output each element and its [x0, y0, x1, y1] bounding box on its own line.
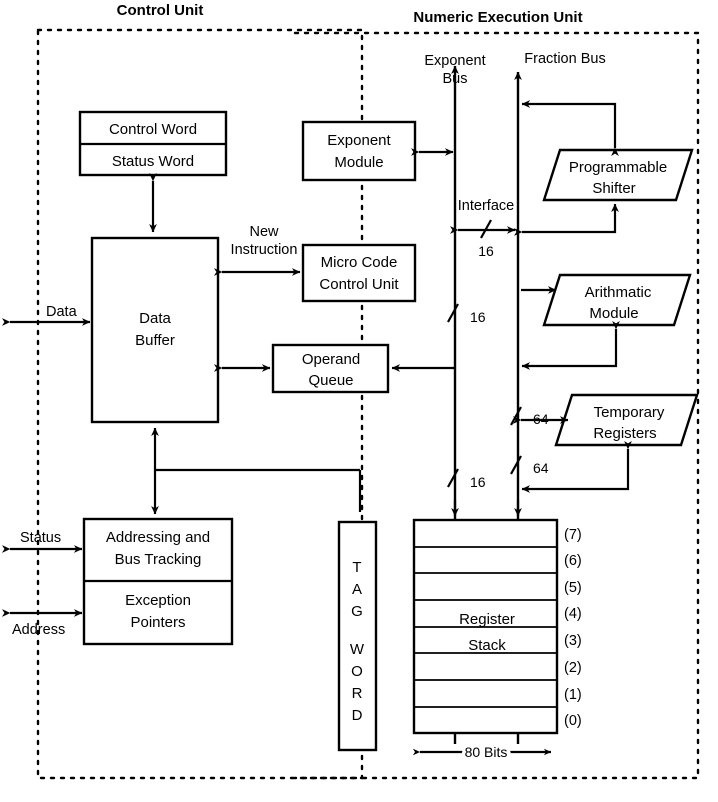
tag-word-letter-2: G	[351, 603, 363, 620]
wire-arithmatic-to-fractionbus	[521, 321, 620, 370]
block-diagram-root: Control Unit Numeric Execution Unit Expo…	[0, 0, 718, 802]
register-index-4: (4)	[564, 606, 582, 622]
tag-word-letter-1: A	[352, 581, 362, 598]
control-word-label: Control Word	[109, 121, 197, 138]
temporary-registers-label-line2: Registers	[593, 425, 656, 442]
register-index-0: (0)	[564, 713, 582, 729]
exponent-bus-width-slash-mid	[447, 303, 459, 323]
exponent-bus-width-slash-low	[447, 468, 459, 488]
register-index-5: (5)	[564, 580, 582, 596]
wire-fractionbus-to-shifter-bottom	[514, 203, 619, 236]
tag-word-letter-3: W	[350, 641, 365, 658]
arithmatic-module-label-line1: Arithmatic	[585, 284, 652, 301]
new-instruction-label-line1: New	[249, 224, 279, 240]
arithmatic-module-label-line2: Module	[589, 305, 638, 322]
register-index-1: (1)	[564, 687, 582, 703]
fraction-bus-width-label-lower: 64	[533, 460, 549, 476]
exponent-module-label-line2: Module	[334, 154, 383, 171]
exponent-module-block	[301, 120, 417, 182]
tag-word-letter-5: R	[352, 685, 363, 702]
register-index-7: (7)	[564, 527, 582, 543]
register-stack-label-line2: Stack	[468, 637, 506, 654]
exponent-bus-width-label-mid: 16	[470, 309, 486, 325]
fraction-bus-label: Fraction Bus	[524, 51, 605, 67]
control-unit-title: Control Unit	[117, 2, 204, 19]
exponent-bus-label-line1: Exponent	[424, 53, 485, 69]
status-edge-label: Status	[20, 530, 61, 546]
tag-word-letter-6: D	[352, 707, 363, 724]
register-index-3: (3)	[564, 633, 582, 649]
wire-shifter-to-fractionbus-top	[521, 100, 619, 156]
register-index-2: (2)	[564, 660, 582, 676]
addressing-label-line2: Bus Tracking	[115, 551, 202, 568]
operand-queue-label-line2: Queue	[308, 372, 353, 389]
temporary-registers-label-line1: Temporary	[594, 404, 665, 421]
exception-label-line2: Pointers	[130, 614, 185, 631]
numeric-execution-unit-title: Numeric Execution Unit	[413, 9, 582, 26]
address-edge-label: Address	[12, 622, 65, 638]
tag-word-letter-0: T	[352, 559, 361, 576]
microcode-label-line2: Control Unit	[319, 276, 399, 293]
exponent-bus-width-label-low: 16	[470, 474, 486, 490]
register-stack-width-label: 80 Bits	[465, 744, 508, 760]
microcode-label-line1: Micro Code	[321, 254, 398, 271]
data-buffer-label-line1: Data	[139, 310, 171, 327]
register-stack-label-line1: Register	[459, 611, 515, 628]
new-instruction-label-line2: Instruction	[231, 242, 298, 258]
data-buffer-block	[90, 236, 220, 424]
exponent-module-label-line1: Exponent	[327, 132, 391, 149]
interface-label: Interface	[458, 198, 514, 214]
exponent-bus-label-line2: Bus	[443, 71, 468, 87]
tag-word-letter-4: O	[351, 663, 363, 680]
data-buffer-label-line2: Buffer	[135, 332, 175, 349]
register-index-6: (6)	[564, 553, 582, 569]
programmable-shifter-label-line2: Shifter	[592, 180, 635, 197]
status-word-label: Status Word	[112, 153, 194, 170]
fraction-bus-width-slash-upper	[510, 406, 522, 426]
operand-queue-label-line1: Operand	[302, 351, 360, 368]
fraction-bus-width-slash-lower	[510, 455, 522, 475]
programmable-shifter-label-line1: Programmable	[569, 159, 667, 176]
exception-label-line1: Exception	[125, 592, 191, 609]
data-edge-label: Data	[46, 304, 78, 320]
interface-width-label: 16	[478, 243, 494, 259]
diagram-canvas: Control Unit Numeric Execution Unit Expo…	[2, 2, 700, 780]
addressing-label-line1: Addressing and	[106, 529, 210, 546]
